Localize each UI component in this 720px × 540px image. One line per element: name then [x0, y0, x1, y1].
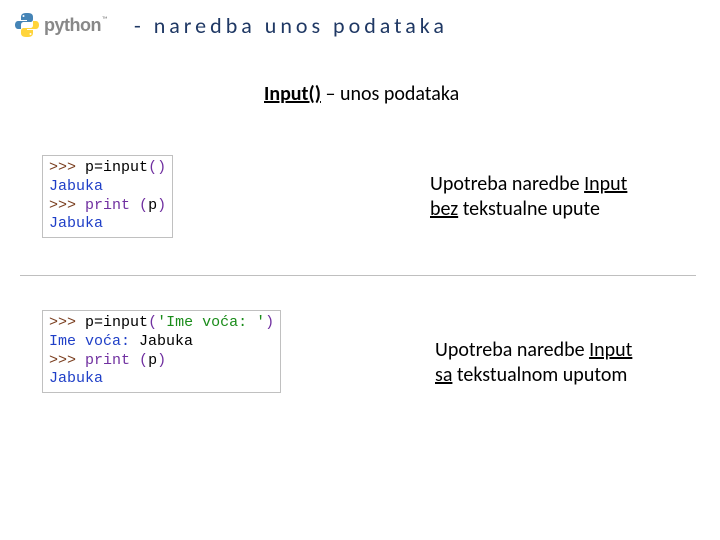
description-2: Upotreba naredbe Input sa tekstualnom up… [435, 338, 632, 388]
desc-line: Upotreba naredbe Input [435, 338, 632, 363]
python-icon [14, 12, 40, 38]
code-line: Ime voća: Jabuka [49, 333, 274, 352]
code-line: >>> print (p) [49, 352, 274, 371]
code-line: Jabuka [49, 370, 274, 389]
subtitle-function: Input() [264, 82, 321, 106]
subtitle-rest: – unos podataka [321, 82, 459, 106]
subtitle: Input() – unos podataka [264, 82, 459, 106]
description-1: Upotreba naredbe Input bez tekstualne up… [430, 172, 627, 222]
divider [20, 275, 696, 276]
header: python™ - naredba unos podataka [14, 10, 448, 40]
code-line: >>> p=input('Ime voća: ') [49, 314, 274, 333]
code-block-1: >>> p=input() Jabuka >>> print (p) Jabuk… [42, 155, 173, 238]
desc-line: sa tekstualnom uputom [435, 363, 632, 388]
code-line: Jabuka [49, 215, 166, 234]
code-line: >>> print (p) [49, 197, 166, 216]
python-logo: python™ [14, 10, 124, 40]
desc-line: Upotreba naredbe Input [430, 172, 627, 197]
page-title: - naredba unos podataka [134, 12, 448, 39]
code-block-2: >>> p=input('Ime voća: ') Ime voća: Jabu… [42, 310, 281, 393]
code-line: >>> p=input() [49, 159, 166, 178]
logo-text: python™ [44, 15, 108, 36]
desc-line: bez tekstualne upute [430, 197, 627, 222]
code-line: Jabuka [49, 178, 166, 197]
